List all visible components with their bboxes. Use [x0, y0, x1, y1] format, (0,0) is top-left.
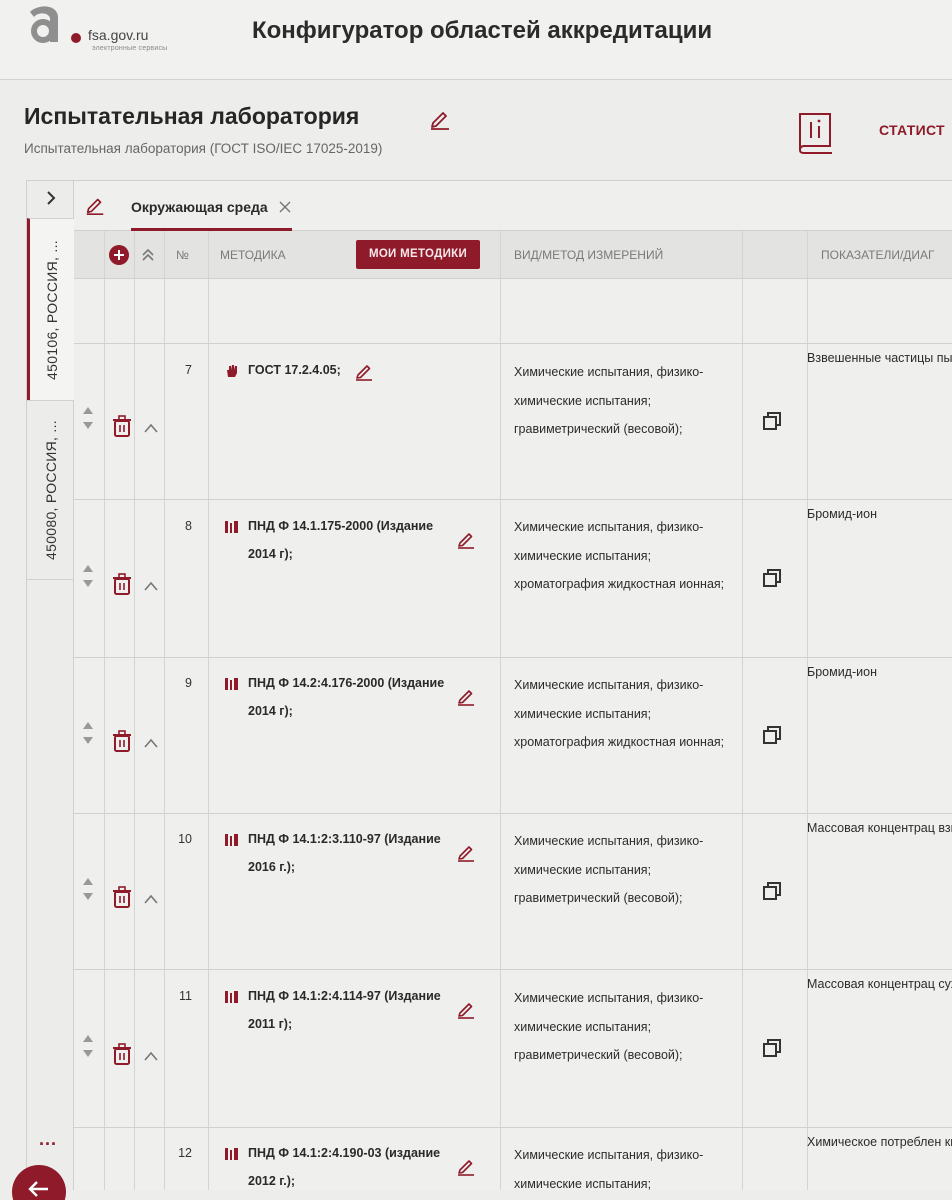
- chevron-up-icon[interactable]: [143, 1050, 159, 1062]
- measurement-type: Химические испытания, физико-химические …: [514, 365, 704, 436]
- table-header: № МЕТОДИКА МОИ МЕТОДИКИ ВИД/МЕТОД ИЗМЕРЕ…: [74, 231, 952, 279]
- sort-arrows-icon[interactable]: [82, 875, 94, 905]
- delete-icon[interactable]: [112, 1043, 132, 1065]
- delete-icon[interactable]: [112, 573, 132, 595]
- edit-lab-icon[interactable]: [428, 106, 452, 130]
- sort-arrows-icon[interactable]: [82, 404, 94, 434]
- indicator: Массовая концентрац сухого остатка: [807, 977, 952, 991]
- top-bar: fsa.gov.ru электронные сервисы Конфигура…: [0, 0, 952, 80]
- table-row[interactable]: 8 ПНД Ф 14.1.175-2000 (Издание 2014 г); …: [74, 500, 952, 657]
- measurement-type: Химические испытания, физико-химические …: [514, 834, 704, 905]
- indicator: Бромид-ион: [807, 507, 877, 521]
- method-name: ПНД Ф 14.1:2:4.114-97 (Издание 2011 г);: [248, 989, 441, 1031]
- edit-method-icon[interactable]: [456, 999, 476, 1019]
- add-row-icon[interactable]: [109, 245, 129, 265]
- doc-bars-icon: [225, 521, 238, 533]
- sidebar-tab-address-2[interactable]: 450080, РОССИЯ, ...: [27, 400, 74, 580]
- edit-tabs-icon[interactable]: [84, 194, 106, 216]
- delete-icon[interactable]: [112, 886, 132, 908]
- copy-icon[interactable]: [762, 725, 782, 745]
- methods-table: № МЕТОДИКА МОИ МЕТОДИКИ ВИД/МЕТОД ИЗМЕРЕ…: [74, 231, 952, 1190]
- copy-icon[interactable]: [762, 1038, 782, 1058]
- more-icon[interactable]: ...: [39, 1129, 57, 1150]
- doc-bars-icon: [225, 834, 238, 846]
- row-number: 12: [178, 1146, 192, 1160]
- measurement-type: Химические испытания, физико-химические …: [514, 1148, 704, 1190]
- indicator: Химическое потреблен кислорода (ХПК): [807, 1135, 952, 1149]
- row-number: 8: [185, 519, 192, 533]
- method-name: ПНД Ф 14.1:2:4.190-03 (издание 2012 г.);: [248, 1146, 441, 1188]
- table-row[interactable]: 10 ПНД Ф 14.1:2:3.110-97 (Издание 2016 г…: [74, 814, 952, 969]
- sort-arrows-icon[interactable]: [82, 719, 94, 749]
- column-header-method: МЕТОДИКА: [220, 248, 286, 262]
- sort-arrows-icon[interactable]: [82, 1032, 94, 1062]
- chevron-up-icon[interactable]: [143, 422, 159, 434]
- indicator: Массовая концентрац взвешенных веществ: [807, 821, 952, 835]
- doc-bars-icon: [225, 1148, 238, 1160]
- close-icon[interactable]: [278, 200, 292, 214]
- address-sidebar: 450106, РОССИЯ, ... 450080, РОССИЯ, ... …: [27, 181, 74, 1190]
- table-row[interactable]: 12 ПНД Ф 14.1:2:4.190-03 (издание 2012 г…: [74, 1128, 952, 1190]
- indicator: Взвешенные частицы пыли: [807, 351, 952, 365]
- edit-method-icon[interactable]: [456, 1156, 476, 1176]
- hand-icon: [227, 365, 237, 377]
- chevron-up-icon[interactable]: [143, 580, 159, 592]
- logo-subtext: электронные сервисы: [92, 45, 168, 52]
- page-subtitle: Испытательная лаборатория (ГОСТ ISO/IEC …: [24, 141, 383, 156]
- table-row[interactable]: 11 ПНД Ф 14.1:2:4.114-97 (Издание 2011 г…: [74, 970, 952, 1127]
- copy-icon[interactable]: [762, 881, 782, 901]
- app-title: Конфигуратор областей аккредитации: [252, 17, 713, 44]
- chevron-up-icon[interactable]: [143, 737, 159, 749]
- chevron-up-icon[interactable]: [143, 893, 159, 905]
- method-name: ПНД Ф 14.1:2:3.110-97 (Издание 2016 г.);: [248, 832, 441, 874]
- method-name: ПНД Ф 14.1.175-2000 (Издание 2014 г);: [248, 519, 434, 561]
- measurement-type: Химические испытания, физико-химические …: [514, 991, 704, 1062]
- table-row[interactable]: 9 ПНД Ф 14.2:4.176-2000 (Издание 2014 г)…: [74, 658, 952, 813]
- delete-icon[interactable]: [112, 415, 132, 437]
- page-title: Испытательная лаборатория: [24, 103, 360, 129]
- measurement-type: Химические испытания, физико-химические …: [514, 678, 725, 749]
- measurement-type: Химические испытания, физико-химические …: [514, 520, 725, 591]
- sort-arrows-icon[interactable]: [82, 562, 94, 592]
- chevron-right-icon[interactable]: [42, 189, 60, 207]
- tab-label: Окружающая среда: [131, 199, 268, 215]
- arrow-left-icon: [28, 1181, 48, 1197]
- method-name: ПНД Ф 14.2:4.176-2000 (Издание 2014 г);: [248, 676, 445, 718]
- indicator: Бромид-ион: [807, 665, 877, 679]
- copy-icon[interactable]: [762, 568, 782, 588]
- edit-method-icon[interactable]: [456, 686, 476, 706]
- collapse-all-icon[interactable]: [140, 246, 156, 264]
- column-header-measure: ВИД/МЕТОД ИЗМЕРЕНИЙ: [514, 248, 664, 262]
- main-panel: 450106, РОССИЯ, ... 450080, РОССИЯ, ... …: [26, 180, 952, 1190]
- edit-method-icon[interactable]: [456, 842, 476, 862]
- fsa-logo-icon[interactable]: [24, 4, 68, 44]
- tab-strip: Окружающая среда: [74, 181, 952, 231]
- info-book-icon[interactable]: [796, 110, 836, 154]
- row-number: 10: [178, 832, 192, 846]
- row-number: 11: [179, 989, 192, 1003]
- doc-bars-icon: [225, 991, 238, 1003]
- my-methods-button[interactable]: МОИ МЕТОДИКИ: [356, 240, 480, 269]
- edit-method-icon[interactable]: [456, 529, 476, 549]
- method-name: ГОСТ 17.2.4.05;: [248, 363, 341, 377]
- sidebar-tab-label: 450080, РОССИЯ, ...: [42, 420, 59, 560]
- row-number: 9: [185, 676, 192, 690]
- copy-icon[interactable]: [762, 411, 782, 431]
- table-row[interactable]: 7 ГОСТ 17.2.4.05; Химические испытания, …: [74, 344, 952, 499]
- tab-environment[interactable]: Окружающая среда: [131, 193, 293, 231]
- logo-text[interactable]: fsa.gov.ru: [88, 27, 148, 43]
- column-header-num: №: [176, 248, 189, 262]
- edit-method-icon[interactable]: [354, 361, 374, 381]
- column-header-indicators: ПОКАЗАТЕЛИ/ДИАГ: [821, 248, 935, 262]
- logo-dot: [71, 33, 81, 43]
- sidebar-tab-address-1[interactable]: 450106, РОССИЯ, ...: [27, 218, 74, 400]
- doc-bars-icon: [225, 678, 238, 690]
- sidebar-tab-label: 450106, РОССИЯ, ...: [44, 239, 60, 380]
- delete-icon[interactable]: [112, 730, 132, 752]
- statistics-link[interactable]: СТАТИСТ: [879, 122, 945, 138]
- row-number: 7: [185, 363, 192, 377]
